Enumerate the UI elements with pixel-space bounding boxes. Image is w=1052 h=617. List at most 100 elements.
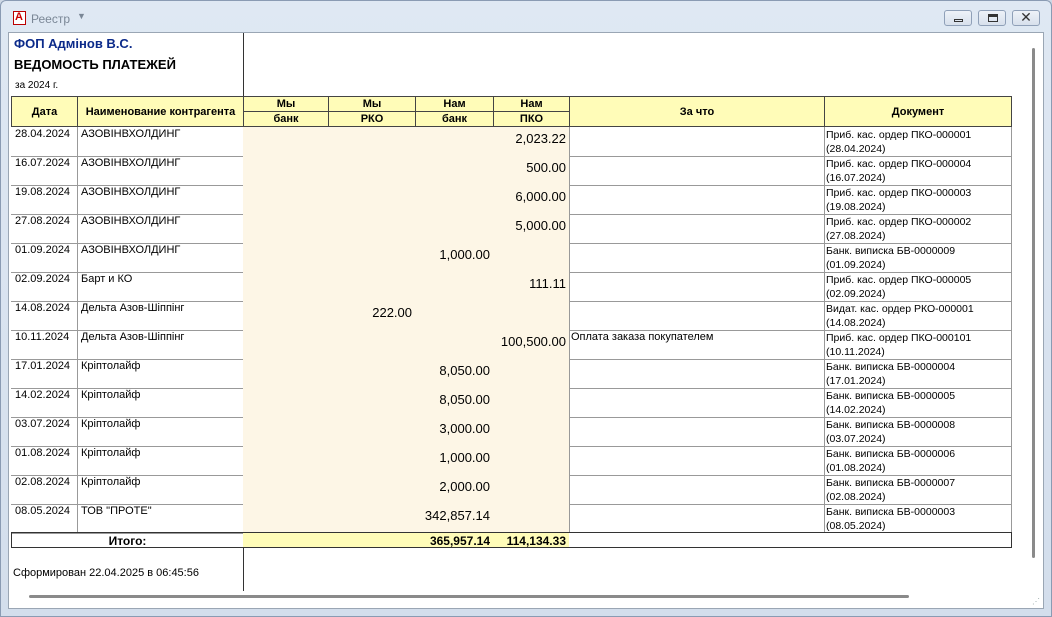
- row-we-rko: [328, 504, 416, 534]
- row-us-bank: 342,857.14: [415, 504, 494, 534]
- row-we-rko: [328, 156, 416, 186]
- row-we-bank: [243, 156, 329, 186]
- row-for-what: [569, 243, 825, 273]
- vertical-scroll-thumb[interactable]: [1032, 48, 1035, 558]
- resize-grip-icon[interactable]: ⋰: [1032, 597, 1040, 606]
- row-document: Приб. кас. ордер ПКО-000002 (27.08.2024): [824, 214, 1012, 244]
- row-for-what: [569, 214, 825, 244]
- row-we-bank: [243, 185, 329, 215]
- col-we-rko-header: РКО: [328, 111, 416, 127]
- row-us-pko: [493, 301, 570, 331]
- title-dropdown-arrow[interactable]: ▼: [77, 11, 86, 21]
- row-us-bank: [415, 214, 494, 244]
- row-for-what: [569, 156, 825, 186]
- row-date: 16.07.2024: [11, 156, 78, 186]
- row-document: Банк. виписка БВ-0000006 (01.08.2024): [824, 446, 1012, 476]
- row-us-bank: 1,000.00: [415, 446, 494, 476]
- col-we-bank-top: Мы: [243, 96, 329, 112]
- row-counterparty: АЗОВІНВХОЛДИНГ: [77, 214, 244, 244]
- row-us-pko: 100,500.00: [493, 330, 570, 360]
- row-us-bank: 8,050.00: [415, 359, 494, 389]
- row-us-pko: 111.11: [493, 272, 570, 302]
- row-us-pko: [493, 504, 570, 534]
- row-document: Приб. кас. ордер ПКО-000003 (19.08.2024): [824, 185, 1012, 215]
- row-counterparty: Барт и КО: [77, 272, 244, 302]
- row-we-bank: [243, 475, 329, 505]
- row-us-bank: 1,000.00: [415, 243, 494, 273]
- col-we-rko-top: Мы: [328, 96, 416, 112]
- row-we-bank: [243, 417, 329, 447]
- minimize-icon: [954, 19, 963, 22]
- row-we-rko: [328, 185, 416, 215]
- row-we-rko: 222.00: [328, 301, 416, 331]
- row-for-what: [569, 185, 825, 215]
- row-counterparty: Дельта Азов-Шіппінг: [77, 301, 244, 331]
- minimize-button[interactable]: [944, 10, 972, 26]
- row-us-pko: [493, 417, 570, 447]
- row-document: Банк. виписка БВ-0000003 (08.05.2024): [824, 504, 1012, 534]
- row-we-rko: [328, 388, 416, 418]
- total-us-bank: 365,957.14: [415, 532, 494, 548]
- row-we-bank: [243, 214, 329, 244]
- row-for-what: [569, 388, 825, 418]
- row-us-pko: [493, 388, 570, 418]
- row-us-pko: [493, 475, 570, 505]
- row-date: 03.07.2024: [11, 417, 78, 447]
- row-for-what: [569, 446, 825, 476]
- total-document: [824, 532, 1012, 548]
- row-date: 10.11.2024: [11, 330, 78, 360]
- row-counterparty: Кріптолайф: [77, 388, 244, 418]
- row-date: 02.08.2024: [11, 475, 78, 505]
- row-for-what: [569, 272, 825, 302]
- close-button[interactable]: ✕: [1012, 9, 1040, 26]
- total-for-what: [569, 532, 825, 548]
- row-us-pko: [493, 446, 570, 476]
- row-for-what: [569, 359, 825, 389]
- maximize-button[interactable]: [978, 10, 1006, 26]
- row-date: 08.05.2024: [11, 504, 78, 534]
- maximize-icon: [988, 14, 998, 22]
- row-counterparty: Дельта Азов-Шіппінг: [77, 330, 244, 360]
- report-area: ФОП Адмінов В.С. ВЕДОМОСТЬ ПЛАТЕЖЕЙ за 2…: [8, 32, 1044, 609]
- row-counterparty: АЗОВІНВХОЛДИНГ: [77, 127, 244, 157]
- row-document: Видат. кас. ордер РКО-000001 (14.08.2024…: [824, 301, 1012, 331]
- row-for-what: [569, 504, 825, 534]
- row-for-what: [569, 475, 825, 505]
- row-us-pko: [493, 359, 570, 389]
- row-for-what: [569, 301, 825, 331]
- row-we-bank: [243, 243, 329, 273]
- row-us-bank: 8,050.00: [415, 388, 494, 418]
- row-we-bank: [243, 330, 329, 360]
- row-document: Банк. виписка БВ-0000005 (14.02.2024): [824, 388, 1012, 418]
- row-us-pko: 6,000.00: [493, 185, 570, 215]
- row-we-bank: [243, 301, 329, 331]
- row-we-rko: [328, 330, 416, 360]
- row-counterparty: Кріптолайф: [77, 359, 244, 389]
- row-date: 01.09.2024: [11, 243, 78, 273]
- row-document: Банк. виписка БВ-0000009 (01.09.2024): [824, 243, 1012, 273]
- row-date: 01.08.2024: [11, 446, 78, 476]
- row-we-bank: [243, 272, 329, 302]
- total-we-bank: [243, 532, 329, 548]
- row-we-bank: [243, 504, 329, 534]
- company-name: ФОП Адмінов В.С.: [14, 36, 133, 51]
- row-us-pko: 500.00: [493, 156, 570, 186]
- row-we-bank: [243, 359, 329, 389]
- row-counterparty: АЗОВІНВХОЛДИНГ: [77, 243, 244, 273]
- row-document: Банк. виписка БВ-0000004 (17.01.2024): [824, 359, 1012, 389]
- registry-window: Реестр ▼ ✕ ФОП Адмінов В.С. ВЕДОМОСТЬ ПЛ…: [0, 0, 1052, 617]
- row-date: 28.04.2024: [11, 127, 78, 157]
- row-us-bank: [415, 301, 494, 331]
- horizontal-scroll-thumb[interactable]: [29, 595, 909, 598]
- row-date: 19.08.2024: [11, 185, 78, 215]
- row-counterparty: Кріптолайф: [77, 417, 244, 447]
- row-us-bank: [415, 156, 494, 186]
- row-counterparty: Кріптолайф: [77, 446, 244, 476]
- vertical-scrollbar[interactable]: [1026, 33, 1043, 608]
- title-bar[interactable]: Реестр ▼ ✕: [1, 1, 1051, 33]
- row-us-pko: [493, 243, 570, 273]
- total-we-rko: [328, 532, 416, 548]
- row-date: 14.08.2024: [11, 301, 78, 331]
- row-us-bank: [415, 330, 494, 360]
- row-us-bank: [415, 127, 494, 157]
